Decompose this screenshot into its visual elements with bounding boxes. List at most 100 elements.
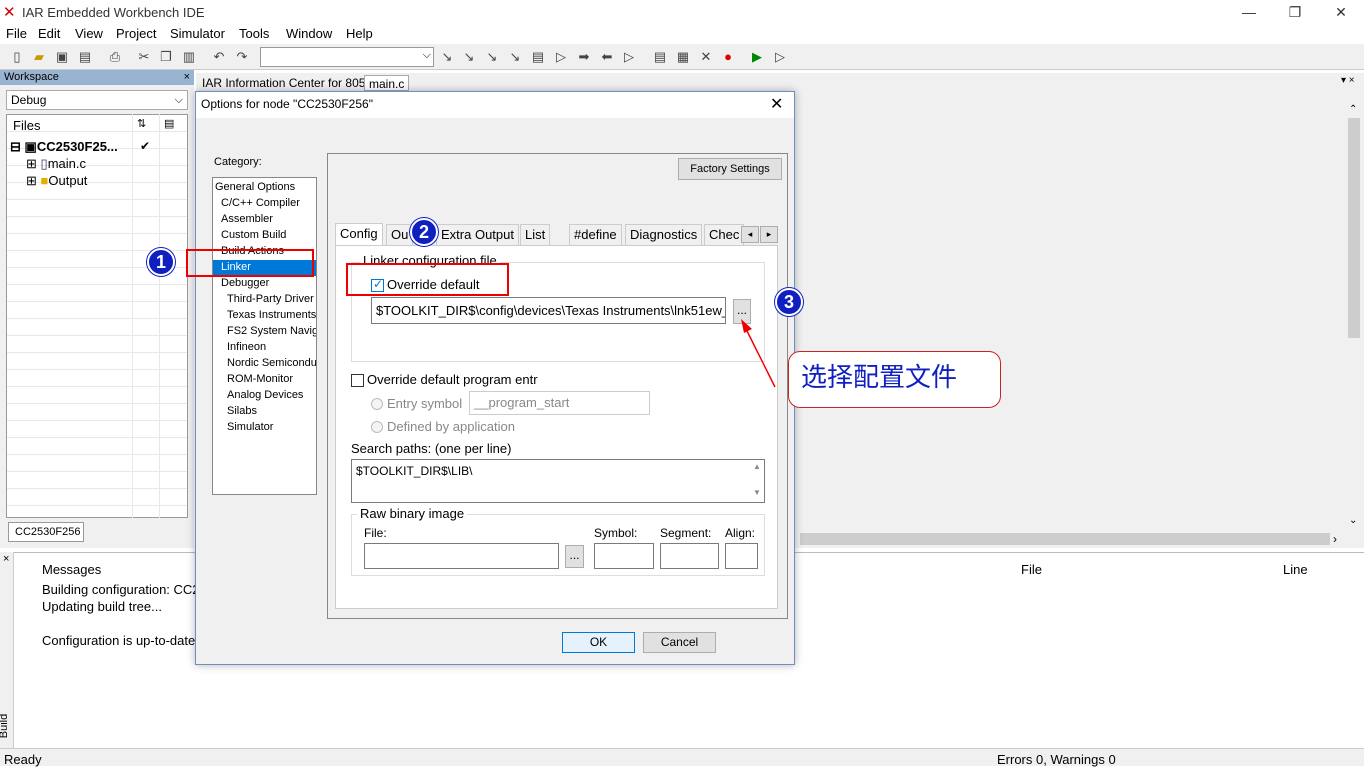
browse-raw-file-button[interactable]: ...	[565, 545, 584, 568]
toggle-icon[interactable]: ▷	[620, 48, 638, 66]
dialog-close-icon[interactable]: ✕	[770, 94, 783, 114]
breakpoint-icon[interactable]: ●	[719, 48, 737, 66]
scroll-right-icon[interactable]: ›	[1333, 532, 1337, 546]
find-prev-icon[interactable]: ↘	[460, 48, 478, 66]
find-combo[interactable]: ⌵	[260, 47, 434, 67]
override-entry-checkbox[interactable]	[351, 374, 364, 387]
category-item[interactable]: General Options	[215, 180, 295, 196]
raw-segment-input[interactable]	[660, 543, 719, 569]
scroll-up-icon[interactable]: ⌃	[1349, 104, 1357, 115]
tab-list[interactable]: List	[520, 224, 550, 245]
bookmark-icon[interactable]: ▤	[529, 48, 547, 66]
workspace-close-icon[interactable]: ×	[184, 70, 190, 85]
tab-checksum[interactable]: Chec	[704, 224, 744, 245]
menu-file[interactable]: File	[6, 26, 27, 41]
category-item[interactable]: Texas Instruments	[227, 308, 316, 324]
category-item[interactable]: Custom Build	[221, 228, 286, 244]
close-window-button[interactable]: ✕	[1318, 2, 1364, 22]
stop-build-icon[interactable]: ✕	[697, 48, 715, 66]
search-paths-input[interactable]: $TOOLKIT_DIR$\LIB\	[351, 459, 765, 503]
save-icon[interactable]: ▣	[53, 48, 71, 66]
config-file-path-input[interactable]: $TOOLKIT_DIR$\config\devices\Texas Instr…	[371, 297, 726, 324]
category-item[interactable]: Nordic Semiconduc	[227, 356, 317, 372]
scroll-down-icon[interactable]: ▼	[753, 488, 761, 497]
undo-icon[interactable]: ↶	[210, 48, 228, 66]
line-column-header[interactable]: Line	[1283, 562, 1308, 577]
defined-by-app-radio[interactable]	[371, 421, 383, 433]
tab-scroll-left-icon[interactable]: ◂	[741, 226, 759, 243]
tab-main-c[interactable]: main.c	[364, 75, 409, 91]
menu-project[interactable]: Project	[116, 26, 156, 41]
scroll-down-icon[interactable]: ⌄	[1349, 515, 1357, 526]
cut-icon[interactable]: ✂	[135, 48, 153, 66]
config-select[interactable]: Debug ⌵	[6, 90, 188, 110]
entry-symbol-input[interactable]: __program_start	[469, 391, 650, 415]
tree-item-main-c[interactable]: ⊞ ▯main.c	[26, 156, 86, 172]
entry-symbol-radio[interactable]	[371, 398, 383, 410]
horizontal-scroll-thumb[interactable]	[800, 533, 1330, 545]
next-bookmark-icon[interactable]: ▷	[552, 48, 570, 66]
tab-extra-output[interactable]: Extra Output	[436, 224, 519, 245]
copy-icon[interactable]: ❐	[157, 48, 175, 66]
new-file-icon[interactable]: ▯	[8, 48, 26, 66]
scroll-up-icon[interactable]: ▲	[753, 462, 761, 471]
options-icon[interactable]: ▤	[164, 117, 174, 130]
save-all-icon[interactable]: ▤	[76, 48, 94, 66]
vertical-scroll-thumb[interactable]	[1348, 118, 1360, 338]
category-item[interactable]: Analog Devices	[227, 388, 303, 404]
category-item[interactable]: ROM-Monitor	[227, 372, 293, 388]
menu-window[interactable]: Window	[286, 26, 332, 41]
paste-icon[interactable]: ▥	[180, 48, 198, 66]
messages-close-icon[interactable]: ×	[3, 553, 9, 565]
menu-help[interactable]: Help	[346, 26, 373, 41]
raw-file-input[interactable]	[364, 543, 559, 569]
tab-scroll-right-icon[interactable]: ▸	[760, 226, 778, 243]
ok-button[interactable]: OK	[562, 632, 635, 653]
minimize-button[interactable]: —	[1226, 2, 1272, 22]
category-item[interactable]: Infineon	[227, 340, 266, 356]
restore-button[interactable]: ❐	[1272, 2, 1318, 22]
debug-no-download-icon[interactable]: ▷	[771, 48, 789, 66]
print-icon[interactable]: ⎙	[106, 48, 124, 66]
category-item[interactable]: Assembler	[221, 212, 273, 228]
download-debug-icon[interactable]: ▶	[748, 48, 766, 66]
menu-tools[interactable]: Tools	[239, 26, 269, 41]
messages-header[interactable]: Messages	[42, 562, 101, 577]
factory-settings-button[interactable]: Factory Settings	[678, 158, 782, 180]
redo-icon[interactable]: ↷	[233, 48, 251, 66]
cancel-button[interactable]: Cancel	[643, 632, 716, 653]
raw-symbol-input[interactable]	[594, 543, 654, 569]
override-entry-label[interactable]: Override default program entr	[367, 372, 538, 387]
tab-diagnostics[interactable]: Diagnostics	[625, 224, 702, 245]
tab-config[interactable]: Config	[335, 223, 383, 246]
category-item[interactable]: Debugger	[221, 276, 269, 292]
navigate-forward-icon[interactable]: ➡	[575, 48, 593, 66]
expand-icon[interactable]: ⊞	[26, 156, 37, 171]
menu-view[interactable]: View	[75, 26, 103, 41]
tab-info-center[interactable]: IAR Information Center for 8051	[198, 75, 376, 91]
open-folder-icon[interactable]: ▰	[30, 48, 48, 66]
category-item[interactable]: Silabs	[227, 404, 257, 420]
category-list[interactable]: General Options C/C++ Compiler Assembler…	[212, 177, 317, 495]
compile-icon[interactable]: ▤	[651, 48, 669, 66]
category-item[interactable]: Simulator	[227, 420, 273, 436]
make-icon[interactable]: ▦	[674, 48, 692, 66]
menu-edit[interactable]: Edit	[38, 26, 60, 41]
goto-icon[interactable]: ↘	[506, 48, 524, 66]
category-item[interactable]: Third-Party Driver	[227, 292, 314, 308]
replace-icon[interactable]: ↘	[483, 48, 501, 66]
collapse-icon[interactable]: ⊟	[10, 139, 21, 154]
tree-item-output[interactable]: ⊞ ■Output	[26, 173, 87, 189]
build-tab-label[interactable]: Build	[0, 714, 10, 738]
tab-menu-icon[interactable]: ▾ ×	[1341, 75, 1355, 86]
find-next-icon[interactable]: ↘	[438, 48, 456, 66]
file-column-header[interactable]: File	[1021, 562, 1042, 577]
navigate-back-icon[interactable]: ⬅	[598, 48, 616, 66]
workspace-tab[interactable]: CC2530F256	[8, 522, 84, 542]
tab-define[interactable]: #define	[569, 224, 622, 245]
category-item[interactable]: C/C++ Compiler	[221, 196, 300, 212]
expand-icon[interactable]: ⊞	[26, 173, 37, 188]
raw-align-input[interactable]	[725, 543, 758, 569]
menu-simulator[interactable]: Simulator	[170, 26, 225, 41]
category-item[interactable]: FS2 System Navig	[227, 324, 317, 340]
